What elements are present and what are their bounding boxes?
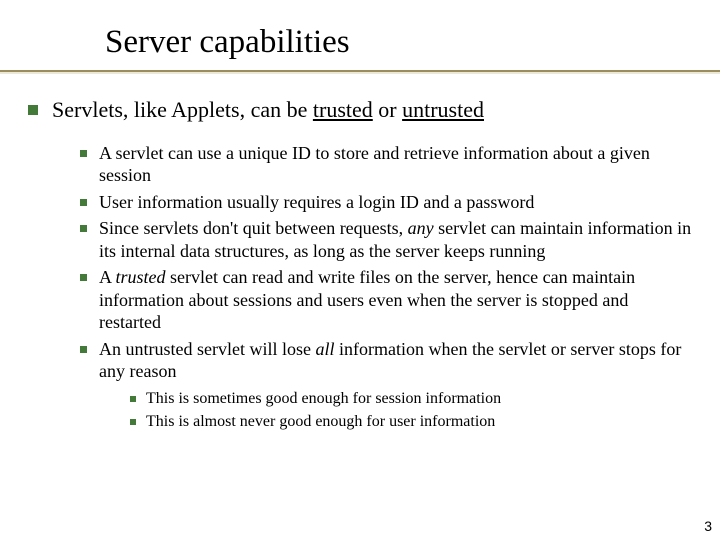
bullet-level2: A servlet can use a unique ID to store a… [80,142,692,187]
level2-text: Since servlets don't quit between reques… [99,217,692,262]
square-bullet-icon [80,150,87,157]
square-bullet-icon [80,225,87,232]
square-bullet-icon [28,105,38,115]
slide-title: Server capabilities [105,24,350,61]
square-bullet-icon [80,199,87,206]
bullet-level2: Since servlets don't quit between reques… [80,217,692,262]
bullet-level2: A trusted servlet can read and write fil… [80,266,692,334]
level3-text: This is almost never good enough for use… [146,412,495,432]
level3-list: This is sometimes good enough for sessio… [130,389,692,432]
bullet-level3: This is sometimes good enough for sessio… [130,389,692,409]
slide-body: Servlets, like Applets, can be trusted o… [28,96,692,435]
title-underline-shadow [0,72,720,74]
page-number: 3 [704,518,712,534]
text-segment: Servlets, like Applets, can be [52,97,313,122]
level2-text: An untrusted servlet will lose all infor… [99,338,692,383]
italic-word: all [315,339,334,359]
text-segment: A [99,267,116,287]
square-bullet-icon [80,346,87,353]
bullet-level2: An untrusted servlet will lose all infor… [80,338,692,383]
level2-text: A trusted servlet can read and write fil… [99,266,692,334]
square-bullet-icon [130,419,136,425]
bullet-level2: User information usually requires a logi… [80,191,692,214]
underlined-word: trusted [313,97,373,122]
underlined-word: untrusted [402,97,484,122]
text-segment: An untrusted servlet will lose [99,339,315,359]
level2-text: User information usually requires a logi… [99,191,534,214]
text-segment: Since servlets don't quit between reques… [99,218,408,238]
italic-word: trusted [116,267,166,287]
level3-text: This is sometimes good enough for sessio… [146,389,501,409]
text-segment: servlet can read and write files on the … [99,267,635,332]
level2-list: A servlet can use a unique ID to store a… [80,142,692,432]
level2-text: A servlet can use a unique ID to store a… [99,142,692,187]
level1-text: Servlets, like Applets, can be trusted o… [52,96,484,124]
bullet-level1: Servlets, like Applets, can be trusted o… [28,96,692,124]
square-bullet-icon [80,274,87,281]
italic-word: any [408,218,434,238]
bullet-level3: This is almost never good enough for use… [130,412,692,432]
square-bullet-icon [130,396,136,402]
text-segment: or [373,97,402,122]
